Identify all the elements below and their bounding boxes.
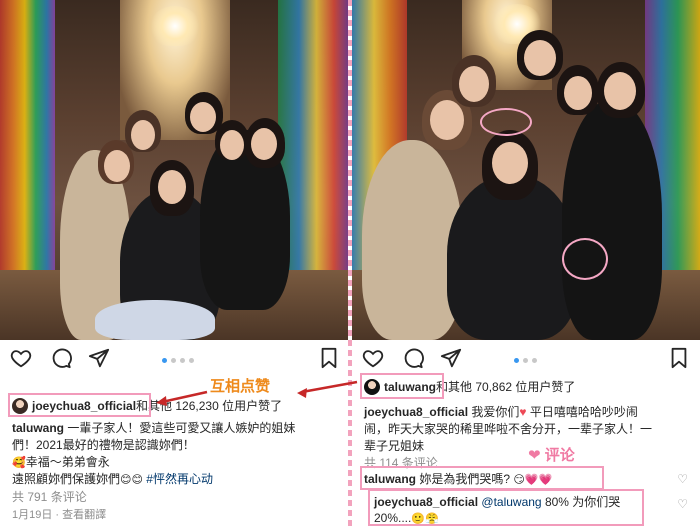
caption-line: 🥰幸福～弟弟會永	[12, 454, 110, 471]
person-face	[564, 76, 592, 110]
highlight-box	[360, 373, 444, 399]
person-face	[131, 120, 155, 150]
carousel-dot	[180, 358, 185, 363]
hashtag-link[interactable]: #怦然再心动	[146, 472, 213, 486]
caption-line: 們！2021最好的禮物是認識妳們！	[12, 437, 195, 453]
heart-icon: ❤	[528, 447, 541, 464]
carousel-dot	[532, 358, 537, 363]
person-face	[158, 170, 186, 204]
caption-text: 平日嘻嘻哈哈吵吵闹	[526, 405, 638, 419]
post-photo-right[interactable]	[352, 0, 700, 340]
heart-icon[interactable]	[10, 347, 32, 369]
highlight-box	[360, 466, 604, 490]
caption-line: 闹，昨天大家哭的稀里哗啦不舍分开，一辈子家人！一	[364, 421, 652, 437]
person-face	[220, 130, 244, 160]
person-face	[492, 142, 528, 184]
post-meta-left: 1月19日 · 查看翻譯	[12, 509, 107, 521]
left-post: joeychua8_official和其他 126,230 位用户赞了 talu…	[0, 0, 348, 526]
highlight-circle	[480, 108, 532, 136]
highlight-circle	[562, 238, 608, 280]
caption-username[interactable]: joeychua8_official	[364, 405, 468, 419]
send-icon[interactable]	[88, 347, 110, 369]
annotation-comment-text: 评论	[544, 447, 575, 464]
bookmark-icon[interactable]	[668, 347, 690, 369]
carousel-dot-active	[514, 358, 519, 363]
liked-by-text: 和其他 70,862 位用户赞了	[436, 380, 576, 394]
action-bar-right	[352, 345, 700, 373]
person-face	[251, 128, 277, 160]
carousel-dots	[162, 358, 194, 363]
carousel-dot-active	[162, 358, 167, 363]
comment-icon[interactable]	[402, 347, 424, 369]
carousel-dots	[514, 358, 537, 363]
caption-line: 辈子兄姐妹	[364, 438, 424, 454]
emoji: 🥰	[12, 456, 26, 469]
caption-text: 遠照顧妳們保護妳們	[12, 472, 121, 486]
caption-text: 辈子兄姐妹	[364, 439, 425, 453]
heart-icon[interactable]	[362, 347, 384, 369]
person-black-coat	[562, 100, 662, 340]
highlight-box	[368, 489, 644, 526]
comments-count-left[interactable]: 共 791 条评论	[12, 489, 87, 505]
caption-text: 闹，昨天大家哭的稀里哗啦不舍分开，一辈子家人！一	[364, 422, 653, 436]
person-face	[524, 40, 556, 76]
carousel-dot	[171, 358, 176, 363]
person-face	[104, 150, 130, 182]
caption-username[interactable]: taluwang	[12, 421, 64, 435]
chandelier	[150, 6, 200, 46]
carousel-dot	[523, 358, 528, 363]
carousel-dot	[189, 358, 194, 363]
highlight-box	[8, 393, 151, 417]
person-face	[459, 66, 489, 102]
translate-link[interactable]: 查看翻譯	[62, 509, 106, 521]
right-post: taluwang和其他 70,862 位用户赞了 joeychua8_offic…	[352, 0, 700, 526]
heart-emoji-icon: ♥	[519, 405, 527, 419]
annotation-comment: ❤ 评论	[528, 444, 575, 465]
caption-line: taluwang 一輩子家人！愛這些可愛又讓人嫉妒的姐妹	[12, 420, 295, 436]
comment-like-icon[interactable]: ♡	[677, 497, 688, 511]
person-face	[604, 72, 636, 110]
caption-line: 遠照顧妳們保護妳們😊😊 #怦然再心动	[12, 471, 213, 488]
caption-text: 幸福～弟弟會永	[25, 455, 110, 469]
caption-text: 們！2021最好的禮物是認識妳們！	[12, 438, 195, 452]
person-face	[190, 102, 216, 132]
caption-text: 一輩子家人！愛這些可愛又讓人嫉妒的姐妹	[64, 421, 296, 435]
person-face	[430, 100, 464, 140]
comment-icon[interactable]	[50, 347, 72, 369]
comment-like-icon[interactable]: ♡	[677, 472, 688, 486]
bookmark-icon[interactable]	[318, 347, 340, 369]
caption-text: 我爱你们	[468, 405, 520, 419]
action-bar-left	[0, 345, 348, 373]
emoji: 😊😊	[120, 473, 143, 486]
post-date: 1月19日	[12, 509, 53, 521]
person-jeans	[95, 300, 215, 340]
annotation-arrows	[156, 380, 358, 406]
post-photo-left[interactable]	[0, 0, 348, 340]
send-icon[interactable]	[440, 347, 462, 369]
caption-line: joeychua8_official 我爱你们♥ 平日嘻嘻哈哈吵吵闹	[364, 404, 638, 420]
